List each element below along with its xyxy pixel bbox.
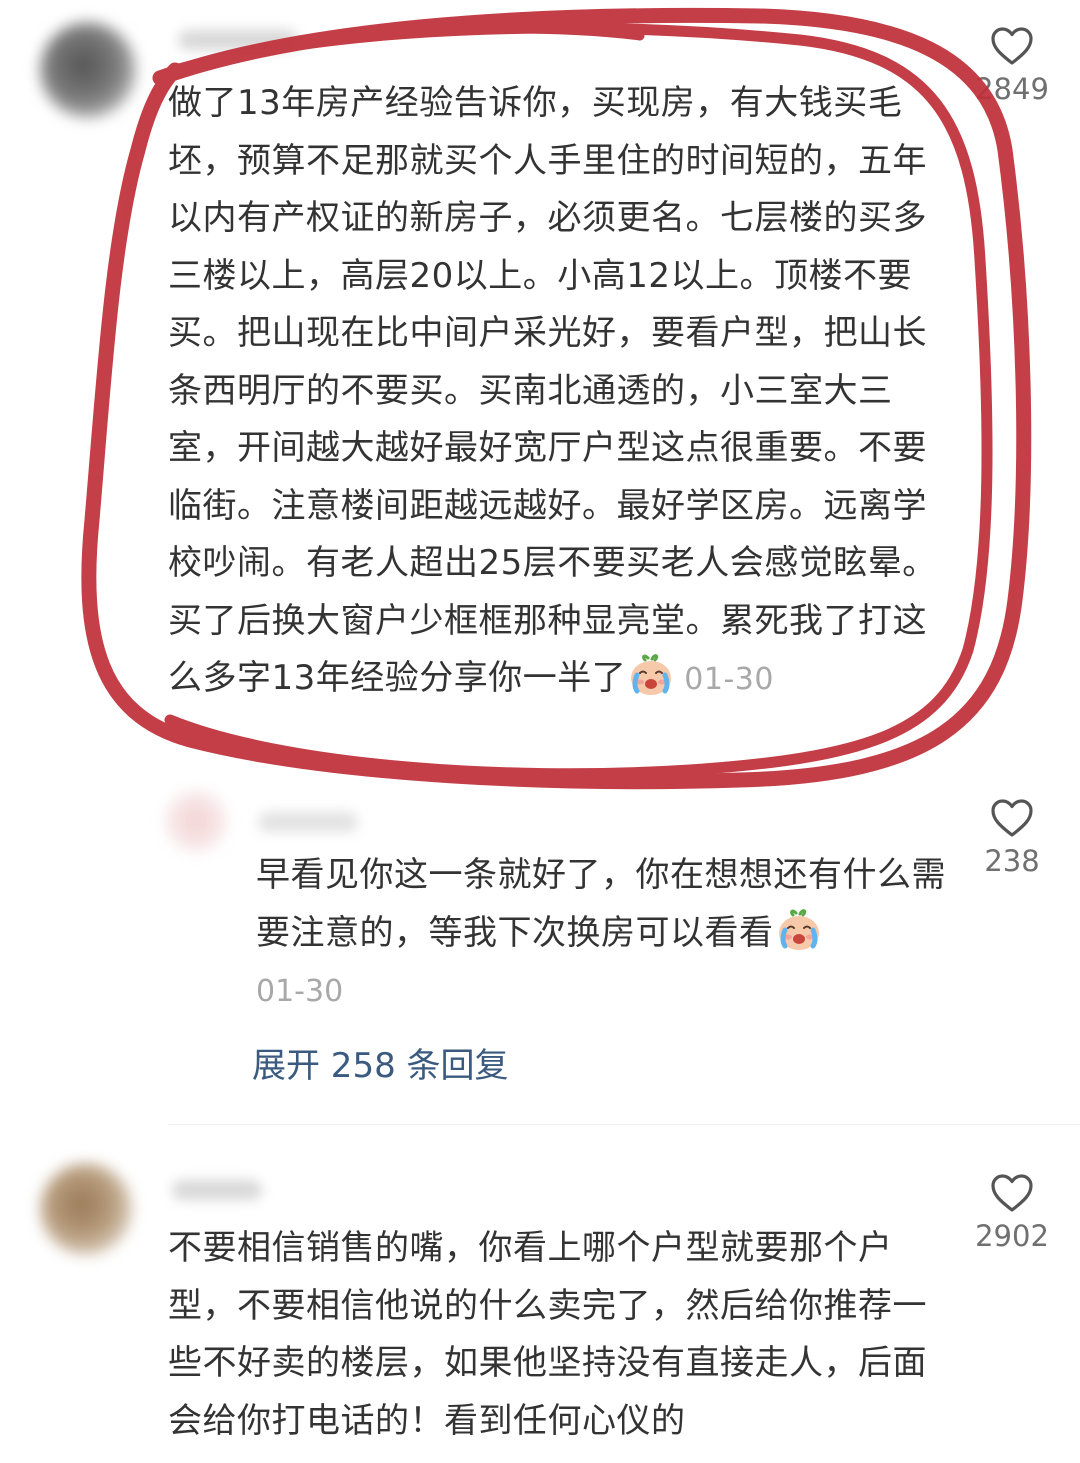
username-blurred[interactable] (258, 812, 358, 832)
like-count: 2902 (975, 1219, 1049, 1253)
reply-date: 01-30 (256, 974, 344, 1009)
divider (168, 1124, 1080, 1125)
reply-text: 早看见你这一条就好了，你在想想还有什么需要注意的，等我下次换房可以看看 (256, 847, 946, 962)
heart-icon (991, 27, 1033, 65)
username-blurred[interactable] (172, 1180, 262, 1200)
like-button[interactable]: 2849 (947, 26, 1077, 106)
avatar[interactable] (40, 1163, 132, 1255)
crying-face-icon (778, 908, 819, 950)
like-button[interactable]: 238 (947, 798, 1077, 878)
crying-face-icon (631, 654, 672, 695)
comment-body: 做了13年房产经验告诉你，买现房，有大钱买毛坯，预算不足那就买个人手里住的时间短… (168, 83, 937, 698)
comment-text: 做了13年房产经验告诉你，买现房，有大钱买毛坯，预算不足那就买个人手里住的时间短… (168, 75, 938, 709)
expand-replies-link[interactable]: 展开 258 条回复 (252, 1038, 509, 1087)
avatar[interactable] (40, 22, 136, 118)
comment-body: 不要相信销售的嘴，你看上哪个户型就要那个户型，不要相信他说的什么卖完了，然后给你… (168, 1228, 927, 1441)
heart-icon (991, 1174, 1033, 1212)
username-blurred[interactable] (178, 30, 298, 50)
like-count: 238 (984, 844, 1040, 878)
like-count: 2849 (975, 72, 1049, 106)
reply-body: 早看见你这一条就好了，你在想想还有什么需要注意的，等我下次换房可以看看 (256, 855, 946, 953)
comment-text: 不要相信销售的嘴，你看上哪个户型就要那个户型，不要相信他说的什么卖完了，然后给你… (168, 1220, 938, 1450)
heart-icon (991, 799, 1033, 837)
like-button[interactable]: 2902 (947, 1173, 1077, 1253)
comment-date: 01-30 (684, 662, 774, 697)
avatar[interactable] (165, 790, 227, 852)
